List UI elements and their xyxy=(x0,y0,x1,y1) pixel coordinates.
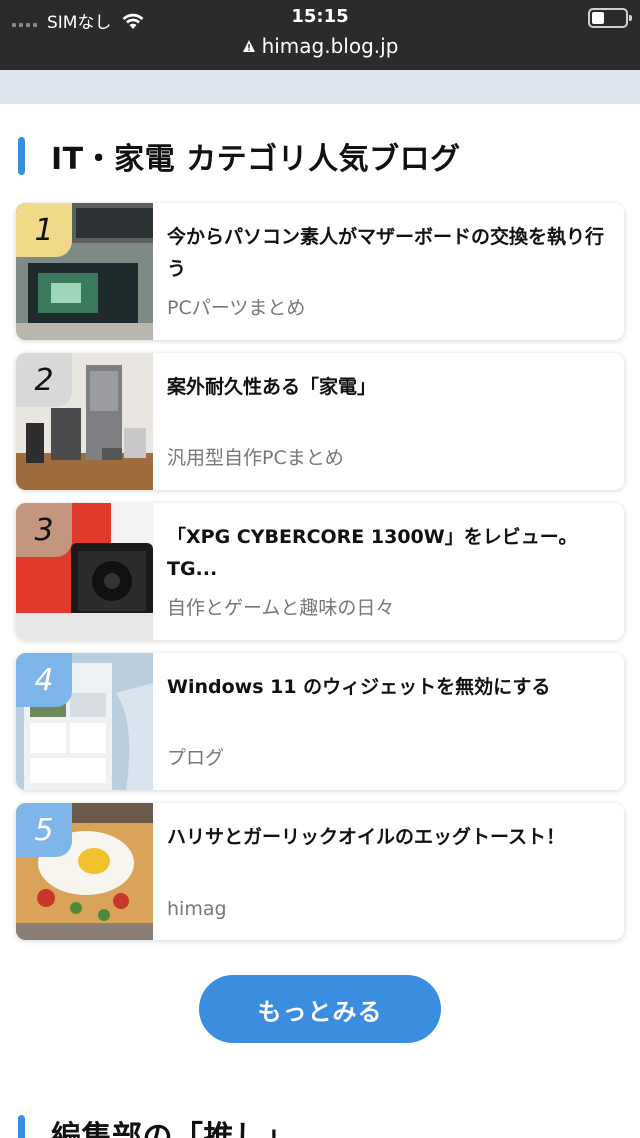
thumbnail-image: 1 xyxy=(16,203,153,340)
article-title[interactable]: ハリサとガーリックオイルのエッグトースト！ xyxy=(167,821,610,853)
card-body: 今からパソコン素人がマザーボードの交換を執り行う PCパーツまとめ xyxy=(153,203,624,340)
blog-name: プログ xyxy=(167,747,225,769)
ranking-card-3[interactable]: 3 「XPG CYBERCORE 1300W」をレビュー。TG... 自作とゲー… xyxy=(16,503,624,640)
thumbnail-image: 3 xyxy=(16,503,153,640)
rank-badge: 3 xyxy=(16,503,72,557)
section-title: IT・家電 カテゴリ人気ブログ xyxy=(51,142,461,177)
clock: 15:15 xyxy=(291,6,349,27)
ranking-list: 1 今からパソコン素人がマザーボードの交換を執り行う PCパーツまとめ 2 案外… xyxy=(16,203,624,953)
card-body: 案外耐久性ある「家電」 汎用型自作PCまとめ xyxy=(153,353,624,490)
blog-name: 汎用型自作PCまとめ xyxy=(167,447,344,469)
section-heading: IT・家電 カテゴリ人気ブログ xyxy=(18,134,461,178)
article-title[interactable]: 今からパソコン素人がマザーボードの交換を執り行う xyxy=(167,221,610,285)
blog-name: 自作とゲームと趣味の日々 xyxy=(167,597,395,619)
next-section-heading: 編集部の「推し」 xyxy=(18,1112,295,1138)
address-bar[interactable]: himag.blog.jp xyxy=(0,34,640,58)
header-strip xyxy=(0,70,640,104)
next-section-title: 編集部の「推し」 xyxy=(51,1120,295,1138)
rank-badge: 4 xyxy=(16,653,72,707)
blog-name: himag xyxy=(167,898,227,920)
warning-icon xyxy=(242,40,255,52)
card-body: Windows 11 のウィジェットを無効にする プログ xyxy=(153,653,624,790)
battery-icon xyxy=(588,8,632,28)
rank-badge: 1 xyxy=(16,203,72,257)
card-body: ハリサとガーリックオイルのエッグトースト！ himag xyxy=(153,803,624,940)
status-bar: SIMなし 15:15 himag.blog.jp xyxy=(0,0,640,70)
article-title[interactable]: 「XPG CYBERCORE 1300W」をレビュー。TG... xyxy=(167,521,610,585)
rank-badge: 2 xyxy=(16,353,72,407)
thumbnail-image: 4 xyxy=(16,653,153,790)
ranking-card-5[interactable]: 5 ハリサとガーリックオイルのエッグトースト！ himag xyxy=(16,803,624,940)
heading-accent-bar xyxy=(18,137,25,175)
thumbnail-image: 5 xyxy=(16,803,153,940)
rank-badge: 5 xyxy=(16,803,72,857)
heading-accent-bar xyxy=(18,1115,25,1138)
ranking-card-4[interactable]: 4 Windows 11 のウィジェットを無効にする プログ xyxy=(16,653,624,790)
thumbnail-image: 2 xyxy=(16,353,153,490)
url-text: himag.blog.jp xyxy=(261,34,399,58)
ranking-card-2[interactable]: 2 案外耐久性ある「家電」 汎用型自作PCまとめ xyxy=(16,353,624,490)
blog-name: PCパーツまとめ xyxy=(167,297,306,319)
more-button[interactable]: もっとみる xyxy=(199,975,441,1043)
ranking-card-1[interactable]: 1 今からパソコン素人がマザーボードの交換を執り行う PCパーツまとめ xyxy=(16,203,624,340)
article-title[interactable]: 案外耐久性ある「家電」 xyxy=(167,371,610,403)
article-title[interactable]: Windows 11 のウィジェットを無効にする xyxy=(167,671,610,703)
card-body: 「XPG CYBERCORE 1300W」をレビュー。TG... 自作とゲームと… xyxy=(153,503,624,640)
